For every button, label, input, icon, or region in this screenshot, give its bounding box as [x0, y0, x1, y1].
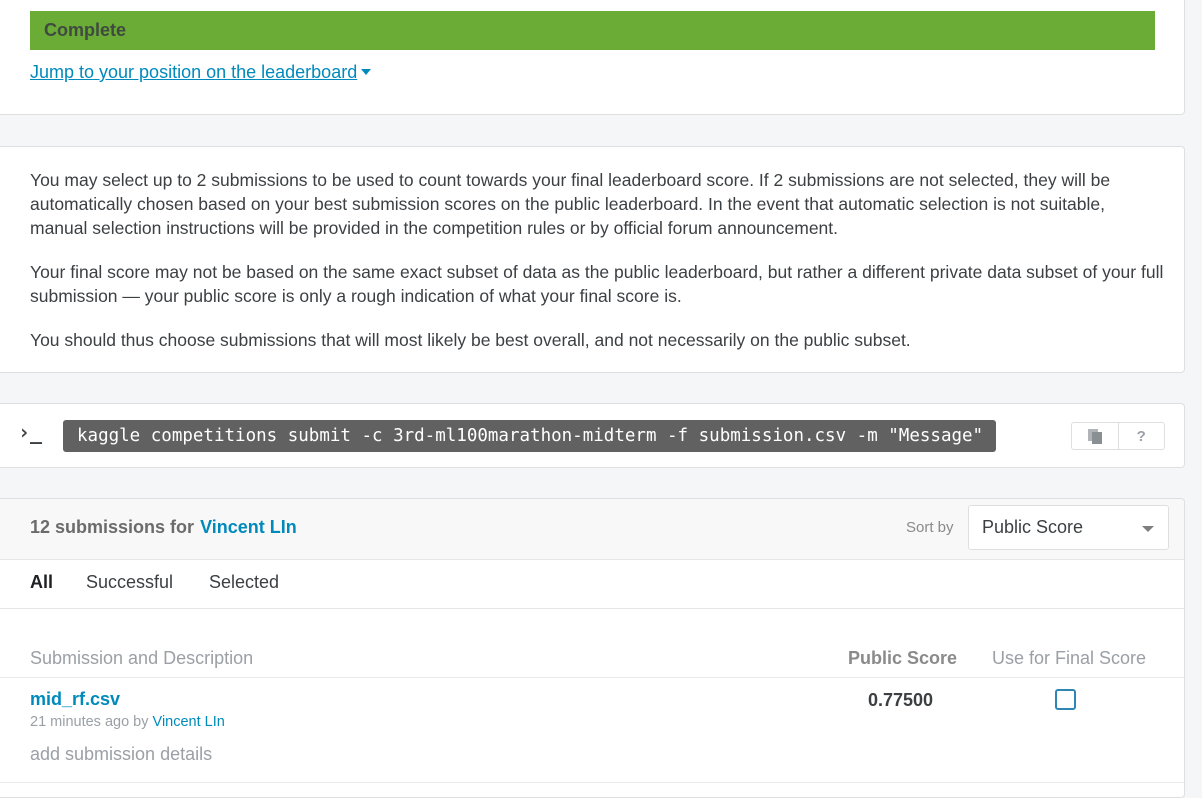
sort-select-value: Public Score: [982, 517, 1084, 537]
chevron-down-icon: [1142, 526, 1154, 532]
info-paragraph-2: Your final score may not be based on the…: [30, 262, 1164, 306]
divider: [0, 608, 1184, 609]
copy-icon: [1087, 429, 1102, 444]
info-paragraph-1: You may select up to 2 submissions to be…: [30, 170, 1111, 238]
tab-all[interactable]: All: [30, 572, 53, 593]
submission-count-text: 12 submissions for: [30, 517, 195, 537]
submissions-card: 12 submissions for Vincent LIn Sort by Pu…: [0, 498, 1185, 798]
jump-link-label: Jump to your position on the leaderboard: [30, 62, 358, 82]
tab-selected[interactable]: Selected: [209, 572, 279, 593]
submission-meta: 21 minutes ago by Vincent LIn: [30, 714, 225, 730]
jump-to-leaderboard-link[interactable]: Jump to your position on the leaderboard: [30, 61, 372, 83]
terminal-prompt-icon: ›_: [18, 420, 43, 444]
sort-label: Sort by: [906, 519, 954, 536]
submission-time: 21 minutes ago by: [30, 714, 149, 730]
submissions-header: 12 submissions for Vincent LIn Sort by Pu…: [0, 499, 1184, 560]
submission-count: 12 submissions for Vincent LIn: [30, 517, 297, 538]
command-button-group: ?: [1071, 422, 1165, 450]
api-command-card: ›_ kaggle competitions submit -c 3rd-ml1…: [0, 403, 1185, 468]
column-header-final-score: Use for Final Score: [992, 648, 1147, 668]
submission-file-link[interactable]: mid_rf.csv: [30, 689, 120, 710]
status-card: Complete Jump to your position on the le…: [0, 0, 1185, 115]
tab-successful[interactable]: Successful: [86, 572, 173, 593]
use-for-final-score-checkbox[interactable]: [1055, 689, 1076, 710]
divider: [0, 782, 1184, 783]
column-header-public-score[interactable]: Public Score: [848, 648, 957, 669]
api-command-text[interactable]: kaggle competitions submit -c 3rd-ml100m…: [63, 420, 996, 452]
info-card: You may select up to 2 submissions to be…: [0, 146, 1185, 373]
submission-user-link[interactable]: Vincent LIn: [153, 714, 225, 730]
complete-status-bar: Complete: [30, 11, 1155, 50]
add-submission-details-link[interactable]: add submission details: [30, 744, 212, 765]
sort-select[interactable]: Public Score: [968, 505, 1169, 550]
public-score-value: 0.77500: [868, 690, 934, 710]
info-paragraph-3: You should thus choose submissions that …: [30, 330, 911, 350]
column-header-description: Submission and Description: [30, 648, 254, 668]
divider: [0, 677, 1184, 678]
help-button[interactable]: ?: [1119, 423, 1165, 449]
user-link[interactable]: Vincent LIn: [200, 517, 297, 537]
caret-down-icon: [361, 69, 372, 75]
copy-button[interactable]: [1072, 423, 1119, 449]
